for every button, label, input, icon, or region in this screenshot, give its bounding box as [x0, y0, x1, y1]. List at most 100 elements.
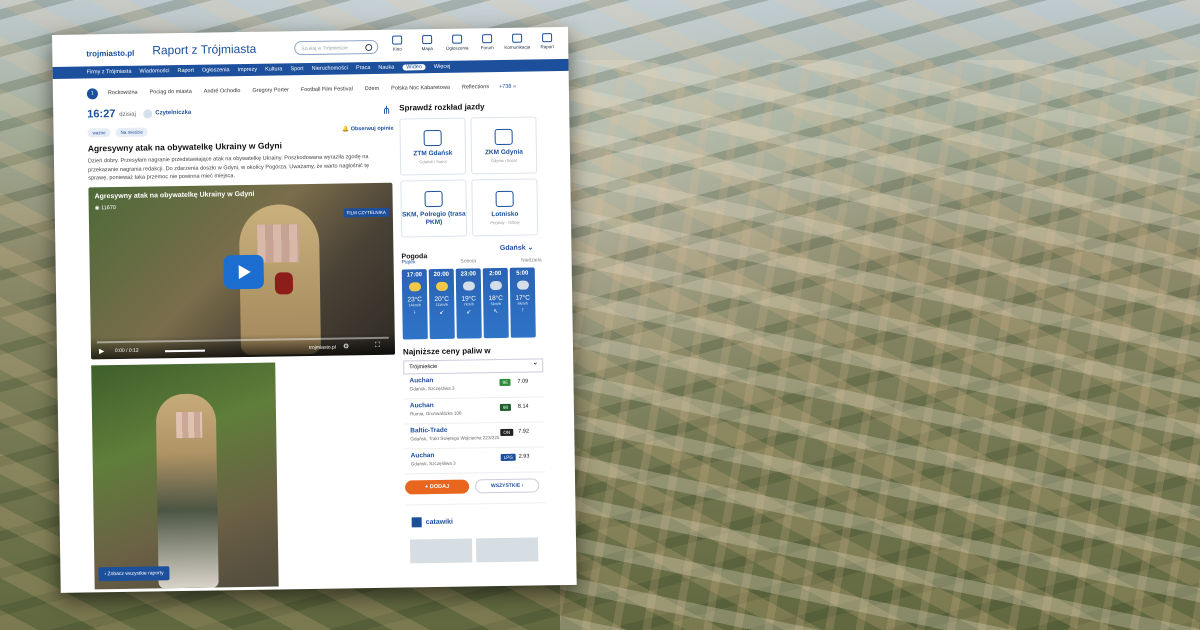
transport-icon [495, 190, 514, 207]
wind-arrow-icon: ↑ [521, 307, 525, 314]
report-photo[interactable]: ‹ Zobacz wszystkie raporty [91, 362, 279, 590]
nav-item[interactable]: Nieruchomości [312, 65, 348, 72]
search-placeholder: Szukaj w Trójmieście [301, 45, 348, 53]
subnav-item[interactable]: Polska Noc Kabaretowa [391, 85, 450, 92]
subnav-item[interactable]: Rockowizna [108, 90, 138, 96]
sub-nav: 1 Rockowizna Pociąg do miasta André Ochodl… [86, 79, 567, 101]
transport-name: ZTM Gdańsk [413, 149, 453, 157]
follow-button[interactable]: 🔔 Obserwuj opinie [342, 126, 393, 133]
weather-day[interactable]: Sobota [460, 258, 476, 264]
transport-card[interactable]: ZKM Gdynia Gdynia i Sopot [470, 116, 538, 175]
tool-raport[interactable]: Raport [536, 33, 558, 49]
transport-card[interactable]: SKM, Polregio (trasa PKM) [400, 179, 468, 238]
follow-label: Obserwuj opinie [350, 125, 394, 133]
nav-item[interactable]: Więcej [434, 64, 451, 70]
section-title[interactable]: Raport z Trójmiasta [152, 42, 256, 58]
tool-ogłoszenia[interactable]: Ogłoszenia [445, 34, 469, 51]
report-author[interactable]: Czytelniczka [155, 110, 191, 117]
nav-item[interactable]: Kultura [265, 66, 283, 72]
tool-mapa[interactable]: Mapa [416, 35, 438, 51]
report-column: 16:27 dzisiaj Czytelniczka ⋔ ważne Na mie… [87, 104, 401, 590]
hour-label: 17:00 [406, 272, 423, 279]
nav-item[interactable]: Raport [177, 68, 194, 74]
settings-gear-icon[interactable]: ⚙ [343, 342, 349, 350]
weather-city-select[interactable]: Gdańsk ⌄ [500, 243, 534, 252]
transport-name: ZKM Gdynia [484, 148, 523, 156]
tool-kino[interactable]: Kino [386, 35, 408, 52]
tool-label: Ogłoszenia [445, 45, 469, 51]
fullscreen-icon[interactable]: ⛶ [375, 342, 380, 350]
film-icon [392, 35, 403, 45]
site-logo[interactable]: trojmiasto.pl [86, 45, 134, 60]
fuel-row[interactable]: Auchan Gdańsk, Szczęśliwa 3 95 7.09 [403, 372, 544, 400]
ad-thumb[interactable] [409, 538, 473, 564]
all-prices-button[interactable]: WSZYSTKIE › [475, 478, 540, 494]
fuel-row[interactable]: Auchan Rumia, Grunwaldzka 108 98 8.14 [403, 397, 545, 425]
nav-item[interactable]: Nauka [378, 65, 394, 71]
subnav-item[interactable]: Gregory Porter [252, 87, 288, 94]
hour-wind: 5km/h [490, 301, 501, 307]
nav-item[interactable]: Firmy z Trójmiasta [87, 69, 132, 76]
nav-item[interactable]: Praca [356, 65, 370, 71]
pixelated-face [175, 411, 203, 438]
search-input[interactable]: Szukaj w Trójmieście [294, 39, 379, 56]
subnav-item[interactable]: André Ochodlo [204, 88, 241, 95]
cloud-icon [489, 280, 502, 291]
weather-title: Pogoda [401, 253, 428, 261]
fuel-price: 8.14 [517, 403, 529, 410]
ad-thumb[interactable] [475, 537, 539, 563]
subnav-item[interactable]: Football Film Festival [301, 86, 353, 93]
fuel-row[interactable]: Baltic-Trade Gdańsk, Trakt Świętego Wojci… [404, 422, 545, 450]
see-all-reports-button[interactable]: ‹ Zobacz wszystkie raporty [98, 566, 170, 582]
subnav-more-link[interactable]: +738 » [499, 84, 516, 90]
fuel-type-badge: 98 [499, 403, 512, 412]
news-page-screenshot: trojmiasto.pl Raport z Trójmiasta Szukaj… [52, 26, 577, 593]
add-price-button[interactable]: + DODAJ [405, 479, 470, 495]
report-headline[interactable]: Agresywny atak na obywatelkę Ukrainy w G… [88, 139, 394, 153]
share-icon[interactable]: ⋔ [382, 104, 391, 117]
nav-item[interactable]: Wideo [402, 64, 426, 71]
sun-icon [408, 282, 421, 292]
tool-label: Mapa [421, 46, 433, 52]
video-title: Agresywny atak na obywatelkę Ukrainy w G… [94, 190, 255, 201]
video-badge: FILM CZYTELNIKA [343, 207, 389, 218]
subnav-item[interactable]: Reflections [462, 84, 489, 90]
hour-wind: 11km/h [435, 302, 448, 308]
nav-item[interactable]: Imprezy [237, 67, 257, 73]
report-tag[interactable]: Na mieście [115, 127, 148, 138]
fuel-price: 2.93 [518, 453, 530, 460]
weather-hours: 17:00 23°C 14km/h ↓ 20:00 20°C 11km/h ↙ 23:00 19°… [401, 267, 543, 340]
tool-forum[interactable]: Forum [476, 34, 498, 50]
nav-item[interactable]: Ogłoszenia [202, 67, 230, 73]
station-name: Baltic-Trade [410, 426, 448, 435]
tool-komunikacja[interactable]: Komunikacja [504, 33, 530, 50]
transport-sub: Gdańsk i Sopot [419, 158, 447, 164]
transport-cards: ZTM Gdańsk Gdańsk i Sopot ZKM Gdynia Gdynia… [399, 116, 541, 238]
fuel-widget: Najniższe ceny paliw w Trójmieście Aucha… [403, 345, 545, 495]
weather-day[interactable]: Niedziela [521, 257, 542, 263]
subnav-item[interactable]: Pociąg do miasta [150, 89, 192, 96]
play-button[interactable] [223, 254, 265, 290]
search-icon[interactable] [365, 43, 373, 52]
report-icon [542, 33, 553, 43]
transport-sub: Przyloty · Odloty [490, 219, 520, 225]
play-icon[interactable]: ▶ [99, 347, 104, 355]
nav-item[interactable]: Wiadomości [139, 68, 169, 74]
volume-slider[interactable] [164, 349, 205, 353]
tools-bar: Kino Mapa Ogłoszenia Forum Komunikacja Raport [386, 33, 558, 52]
weather-hour: 5:00 17°C 6km/h ↑ [509, 267, 536, 338]
hour-label: 23:00 [460, 271, 477, 278]
transport-icon [494, 128, 513, 145]
nav-item[interactable]: Sport [290, 66, 303, 72]
hour-label: 20:00 [433, 271, 450, 279]
fuel-row[interactable]: Auchan Gdańsk, Szczęśliwa 3 LPG 2.93 [404, 447, 545, 475]
ad-banner[interactable]: catawiki [405, 502, 547, 566]
transport-heading: Sprawdź rozkład jazdy [399, 102, 485, 113]
subnav-marker[interactable]: 1 [86, 87, 99, 99]
transport-card[interactable]: Lotnisko Przyloty · Odloty [471, 178, 539, 237]
report-tag[interactable]: ważne [87, 128, 111, 138]
transport-card[interactable]: ZTM Gdańsk Gdańsk i Sopot [399, 117, 467, 176]
subnav-item[interactable]: Dżem [365, 86, 379, 92]
video-player[interactable]: Agresywny atak na obywatelkę Ukrainy w G… [88, 182, 396, 360]
fuel-type-badge: 95 [499, 378, 511, 387]
